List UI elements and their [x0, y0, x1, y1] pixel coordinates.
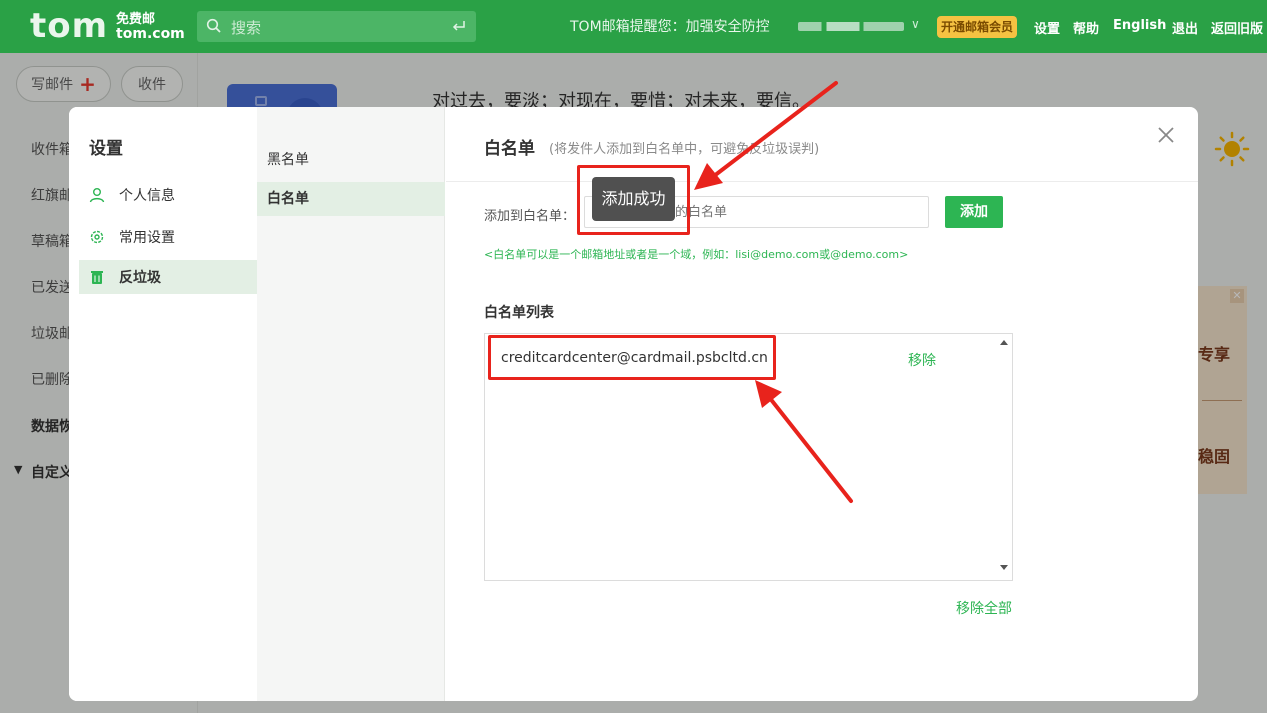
nav-general-settings-label: 常用设置 — [119, 230, 175, 246]
annotation-box-toast — [577, 165, 690, 235]
logo-domain: tom.com — [116, 26, 185, 42]
nav-general-settings[interactable]: 常用设置 — [79, 220, 257, 254]
trash-icon — [91, 271, 103, 284]
logo-text: tom — [30, 6, 109, 46]
user-icon — [89, 188, 105, 203]
search-icon — [206, 18, 221, 33]
add-button[interactable]: 添加 — [945, 196, 1003, 228]
security-notice[interactable]: TOM邮箱提醒您：加强安全防控 — [570, 16, 770, 36]
chevron-down-icon[interactable]: ∨ — [911, 17, 920, 31]
whitelist-subtitle: (将发件人添加到白名单中，可避免反垃圾误判) — [549, 142, 820, 157]
logo[interactable]: tom 免费邮 tom.com — [30, 6, 185, 46]
scroll-down-icon[interactable] — [1000, 565, 1008, 570]
enter-icon[interactable] — [451, 18, 467, 34]
anti-spam-subnav: 黑名单 白名单 — [257, 107, 445, 701]
subnav-blacklist[interactable]: 黑名单 — [257, 143, 445, 177]
whitelist-panel: 白名单 (将发件人添加到白名单中，可避免反垃圾误判) 添加到白名单： 添加 <白… — [446, 107, 1198, 701]
settings-link[interactable]: 设置 — [1034, 18, 1060, 37]
remove-entry-link[interactable]: 移除 — [908, 350, 936, 370]
old-version-link[interactable]: 返回旧版 — [1211, 18, 1263, 37]
whitelist-title: 白名单 — [484, 139, 535, 159]
help-link[interactable]: 帮助 — [1073, 18, 1099, 37]
whitelist-hint: <白名单可以是一个邮箱地址或者是一个域，例如：lisi@demo.com或@de… — [484, 248, 909, 261]
nav-personal-info-label: 个人信息 — [119, 188, 175, 204]
vip-button[interactable]: 开通邮箱会员 — [937, 16, 1018, 38]
gear-icon — [90, 230, 104, 244]
annotation-box-entry — [488, 335, 776, 380]
logo-subtitle: 免费邮 — [116, 12, 156, 27]
divider — [446, 181, 1198, 182]
user-account[interactable] — [798, 22, 904, 31]
nav-personal-info[interactable]: 个人信息 — [79, 178, 257, 212]
top-header: tom 免费邮 tom.com 搜索 TOM邮箱提醒您：加强安全防控 ∨ 开通邮… — [0, 0, 1267, 53]
add-whitelist-label: 添加到白名单： — [484, 209, 576, 224]
subnav-whitelist[interactable]: 白名单 — [257, 182, 445, 216]
search-input[interactable]: 搜索 — [231, 17, 261, 38]
english-link[interactable]: English — [1113, 18, 1166, 33]
settings-nav: 设置 个人信息 常用设置 反垃圾 — [69, 107, 257, 701]
nav-anti-spam[interactable]: 反垃圾 — [79, 260, 257, 294]
logout-link[interactable]: 退出 — [1172, 18, 1198, 37]
whitelist-list-title: 白名单列表 — [484, 305, 554, 321]
settings-title: 设置 — [89, 139, 123, 159]
scroll-up-icon[interactable] — [1000, 340, 1008, 345]
close-icon[interactable] — [1156, 125, 1176, 145]
search-box[interactable]: 搜索 — [197, 11, 476, 42]
nav-anti-spam-label: 反垃圾 — [119, 270, 161, 286]
remove-all-link[interactable]: 移除全部 — [956, 598, 1012, 618]
